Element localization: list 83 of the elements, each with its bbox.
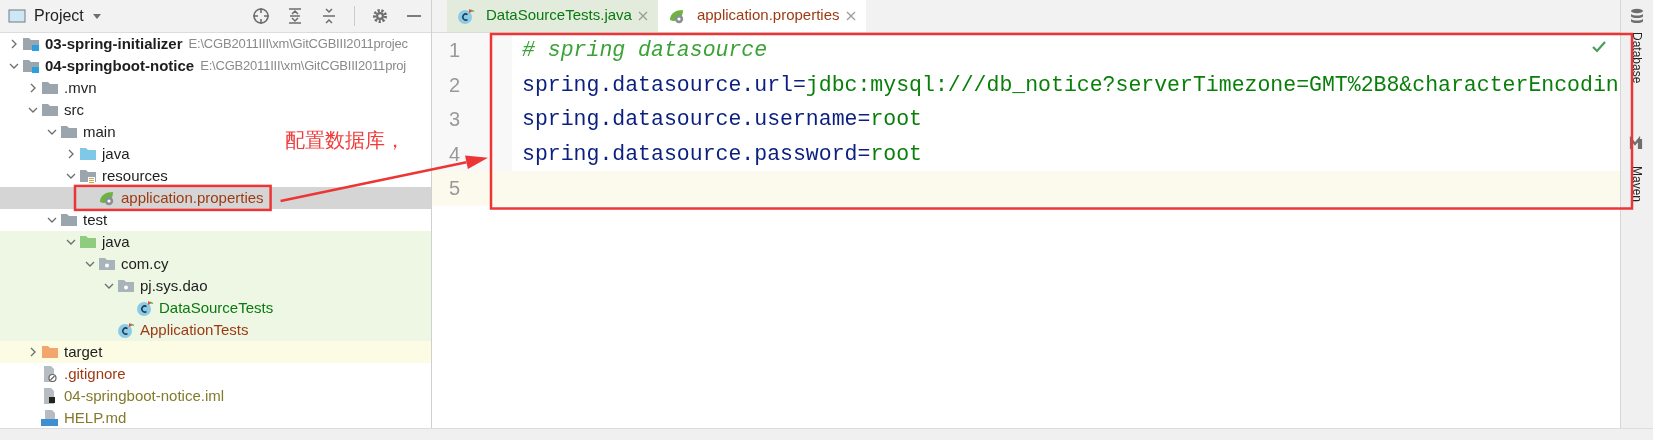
folder-icon (79, 233, 97, 250)
tree-row[interactable]: application.properties (0, 186, 431, 209)
tree-row[interactable]: 04-springboot-notice.iml (0, 384, 225, 407)
tree-row[interactable]: com.cy (0, 252, 431, 275)
tree-row[interactable]: resources (0, 164, 168, 187)
node-label: DataSourceTests (159, 298, 274, 317)
tree-row[interactable]: src (0, 98, 84, 121)
editor-tab[interactable]: application.properties (657, 0, 866, 32)
folder-icon (60, 211, 78, 228)
node-label: java (102, 144, 130, 163)
tree-row[interactable]: .gitignore (0, 362, 126, 385)
node-label: resources (102, 166, 168, 185)
package-icon (98, 255, 116, 272)
node-label: 04-springboot-notice.iml (64, 386, 225, 405)
class-icon (117, 321, 135, 338)
folder-icon (41, 79, 59, 96)
project-window-icon (8, 6, 26, 25)
tool-window-label[interactable]: Database (1629, 32, 1645, 84)
folder-icon (79, 145, 97, 162)
tree-row[interactable]: main (0, 120, 116, 143)
tree-row[interactable]: java (0, 142, 130, 165)
line-number: 1 (449, 38, 461, 64)
node-label: 04-springboot-notice (45, 56, 195, 75)
folder-icon (41, 343, 59, 360)
tree-row[interactable]: HELP.md (0, 406, 127, 428)
node-label: main (83, 122, 116, 141)
node-label: test (83, 210, 108, 229)
annotation-text: 配置数据库， (285, 126, 405, 154)
tool-window-label[interactable]: Maven (1629, 166, 1645, 202)
line-number: 4 (449, 141, 461, 167)
node-label: ApplicationTests (140, 320, 249, 339)
code-text: spring.datasource.url=jdbc:mysql:///db_notice?serverTimezone=GMT%2B8&characterEncodin (521, 71, 1619, 99)
tree-row[interactable]: test (0, 208, 108, 231)
close-icon[interactable] (637, 10, 648, 21)
node-label: target (64, 342, 103, 361)
expand-all-icon[interactable] (286, 6, 304, 25)
module-folder-icon (22, 57, 40, 74)
code-text: spring.datasource.password=root (521, 140, 922, 168)
node-label: com.cy (121, 254, 169, 273)
file-icon (41, 365, 59, 382)
settings-icon[interactable] (371, 6, 389, 25)
node-label: HELP.md (64, 408, 127, 427)
node-label: pj.sys.dao (140, 276, 208, 295)
node-label: .mvn (64, 78, 97, 97)
line-number: 2 (449, 72, 461, 98)
folder-icon (60, 123, 78, 140)
code-text: # spring datasource (521, 37, 768, 65)
maven-icon[interactable] (1629, 136, 1645, 150)
node-label: .gitignore (64, 364, 126, 383)
node-label: java (102, 232, 130, 251)
tree-row[interactable]: pj.sys.dao (0, 274, 431, 297)
module-path: E:\CGB2011III\xm\GitCGBIII2011proj (200, 56, 407, 75)
code-text: spring.datasource.username=root (521, 106, 922, 134)
properties-file-icon (667, 7, 686, 24)
panel-title[interactable]: Project (34, 3, 84, 28)
dropdown-caret-icon[interactable] (91, 11, 102, 20)
markdown-file-icon (41, 409, 59, 426)
locate-icon[interactable] (252, 6, 270, 25)
check-icon (1592, 41, 1606, 53)
tree-row[interactable]: DataSourceTests (0, 296, 431, 319)
node-label: 03-spring-initializer (45, 34, 183, 53)
folder-icon (41, 101, 59, 118)
close-icon[interactable] (845, 10, 856, 21)
properties-file-icon (98, 189, 116, 206)
node-label: src (64, 100, 84, 119)
node-label: application.properties (121, 188, 264, 207)
editor-tab[interactable]: DataSourceTests.java (447, 0, 658, 32)
tree-row[interactable]: target (0, 340, 431, 363)
tree-row[interactable]: 03-spring-initializer E:\CGB2011III\xm\GitCGBIII2011projec (0, 32, 408, 55)
resources-folder-icon (79, 167, 97, 184)
tree-row[interactable]: java (0, 230, 431, 253)
database-icon[interactable] (1629, 8, 1645, 24)
collapse-all-icon[interactable] (320, 6, 338, 25)
class-icon (457, 7, 475, 24)
class-icon (136, 299, 154, 316)
tree-row[interactable]: .mvn (0, 76, 97, 99)
module-path: E:\CGB2011III\xm\GitCGBIII2011projec (188, 34, 408, 53)
line-number: 3 (449, 107, 461, 133)
tree-row[interactable]: ApplicationTests (0, 318, 431, 341)
line-number: 5 (449, 176, 461, 202)
package-icon (117, 277, 135, 294)
tree-row[interactable]: 04-springboot-notice E:\CGB2011III\xm\GitCGBIII2011proj (0, 54, 407, 77)
module-folder-icon (22, 35, 40, 52)
